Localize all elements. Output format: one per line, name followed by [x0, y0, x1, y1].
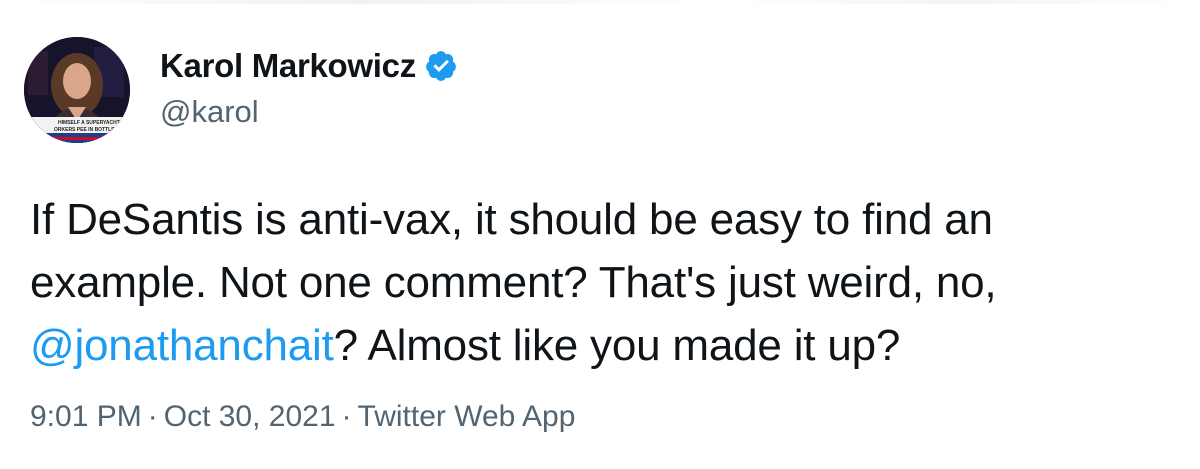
tweet-line-1: If DeSantis is anti-vax, it should be ea…	[30, 195, 993, 244]
avatar[interactable]: HIMSELF A SUPERYACHT ORKERS PEE IN BOTTL…	[24, 37, 130, 143]
avatar-chyron-line1: HIMSELF A SUPERYACHT	[58, 120, 120, 126]
top-divider	[0, 0, 1200, 4]
tweet-metadata: 9:01 PM · Oct 30, 2021 · Twitter Web App	[30, 400, 575, 434]
separator-dot: ·	[341, 400, 352, 433]
tweet-source[interactable]: Twitter Web App	[358, 400, 576, 433]
tweet-line-3: @jonathanchait? Almost like you made it …	[30, 314, 1180, 377]
verified-badge-icon	[424, 49, 458, 83]
tweet-date[interactable]: Oct 30, 2021	[164, 400, 336, 433]
avatar-chyron-line2: ORKERS PEE IN BOTTLE	[54, 127, 115, 133]
separator-dot: ·	[147, 400, 158, 433]
tweet-time[interactable]: 9:01 PM	[30, 400, 142, 433]
user-handle[interactable]: @karol	[160, 94, 458, 130]
author-block: Karol Markowicz @karol	[160, 44, 458, 130]
display-name[interactable]: Karol Markowicz	[160, 47, 416, 85]
tweet-body: If DeSantis is anti-vax, it should be ea…	[30, 188, 1180, 377]
name-row: Karol Markowicz	[160, 44, 458, 88]
tweet-line-3-text: ? Almost like you made it up?	[333, 321, 901, 370]
tweet-card: HIMSELF A SUPERYACHT ORKERS PEE IN BOTTL…	[0, 0, 1200, 469]
tweet-line-2: example. Not one comment? That's just we…	[30, 258, 997, 307]
avatar-image: HIMSELF A SUPERYACHT ORKERS PEE IN BOTTL…	[24, 37, 130, 143]
mention-link[interactable]: @jonathanchait	[30, 321, 334, 370]
